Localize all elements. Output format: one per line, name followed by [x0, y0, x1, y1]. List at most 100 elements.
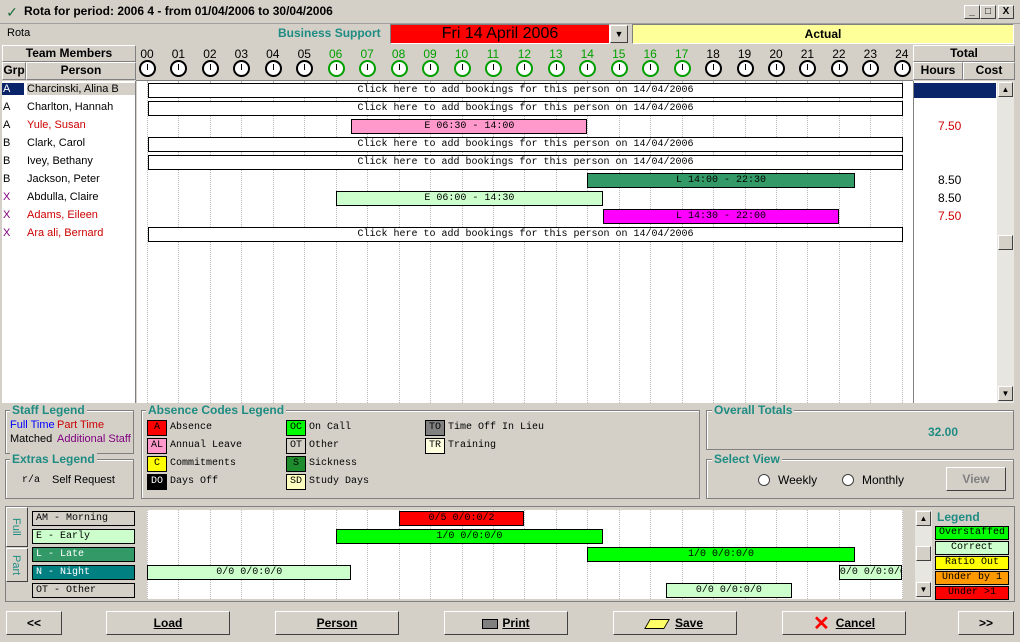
- cancel-label: Cancel: [835, 616, 876, 630]
- row-person-name[interactable]: Yule, Susan: [27, 119, 135, 131]
- booking-bar[interactable]: Click here to add bookings for this pers…: [148, 83, 903, 98]
- row-person-name[interactable]: Charcinski, Alina B: [27, 83, 135, 95]
- matched-label: Matched: [10, 433, 53, 445]
- hour-label: 21: [800, 47, 815, 61]
- row-person-name[interactable]: Jackson, Peter: [27, 173, 135, 185]
- booking-bar[interactable]: Click here to add bookings for this pers…: [148, 137, 903, 152]
- absence-code-label: Sickness: [309, 458, 358, 469]
- grp-header[interactable]: Grp: [2, 62, 26, 80]
- booking-bar[interactable]: Click here to add bookings for this pers…: [148, 155, 903, 170]
- hour-gridline: [650, 81, 652, 403]
- absence-code-label: Days Off: [170, 476, 219, 487]
- clock-icon: [264, 60, 282, 77]
- minimize-button[interactable]: _: [964, 5, 980, 19]
- staffing-gridline: [272, 510, 274, 599]
- load-button[interactable]: Load: [106, 611, 230, 635]
- app-icon: ✓: [6, 4, 18, 20]
- tab-full[interactable]: Full: [6, 507, 28, 547]
- shift-row-label[interactable]: L - Late: [32, 547, 135, 562]
- date-dropdown-button[interactable]: ▼: [610, 25, 628, 43]
- absence-code-swatch: TR: [425, 438, 445, 454]
- hour-label: 01: [171, 47, 186, 61]
- booking-bar[interactable]: E 06:30 - 14:00: [351, 119, 588, 134]
- clock-icon: [547, 60, 565, 77]
- scroll-thumb[interactable]: [998, 235, 1013, 250]
- staffing-scroll-up[interactable]: ▲: [916, 511, 931, 526]
- extras-self-request: Self Request: [52, 474, 115, 486]
- staffing-legend-title: Legend: [937, 510, 980, 524]
- shift-row-label[interactable]: E - Early: [32, 529, 135, 544]
- absence-code-swatch: C: [147, 456, 167, 472]
- hour-gridline: [618, 81, 620, 403]
- row-person-name[interactable]: Adams, Eileen: [27, 209, 135, 221]
- vertical-scrollbar[interactable]: ▲ ▼: [997, 81, 1014, 403]
- row-person-name[interactable]: Clark, Carol: [27, 137, 135, 149]
- booking-bar[interactable]: Click here to add bookings for this pers…: [148, 227, 903, 242]
- date-selector[interactable]: Fri 14 April 2006: [390, 24, 610, 44]
- staffing-gridline: [524, 510, 526, 599]
- tab-full-label: Full: [10, 518, 22, 536]
- booking-bar[interactable]: Click here to add bookings for this pers…: [148, 101, 903, 116]
- hour-label: 08: [391, 47, 406, 61]
- department-label: Business Support: [278, 26, 381, 40]
- clock-icon: [736, 60, 754, 77]
- clock-icon: [390, 60, 408, 77]
- staffing-gridline: [147, 510, 148, 599]
- cancel-button[interactable]: ✕ Cancel: [782, 611, 906, 635]
- shift-row-label[interactable]: AM - Morning: [32, 511, 135, 526]
- hour-label: 15: [612, 47, 626, 61]
- weekly-label: Weekly: [778, 473, 818, 487]
- clock-icon: [359, 60, 377, 77]
- close-button[interactable]: X: [998, 5, 1014, 19]
- shift-row-label[interactable]: OT - Other: [32, 583, 135, 598]
- booking-bar[interactable]: L 14:00 - 22:30: [587, 173, 855, 188]
- overall-total-value: 32.00: [928, 425, 959, 439]
- monthly-radio[interactable]: [842, 474, 854, 486]
- print-button[interactable]: Print: [444, 611, 568, 635]
- hour-gridline: [838, 81, 840, 403]
- row-person-name[interactable]: Charlton, Hannah: [27, 101, 135, 113]
- toolbar: Rota Business Support Fri 14 April 2006 …: [2, 24, 1018, 44]
- prev-button[interactable]: <<: [6, 611, 62, 635]
- next-button[interactable]: >>: [958, 611, 1014, 635]
- staffing-legend-item: Ratio Out: [935, 556, 1009, 570]
- shift-row-label[interactable]: N - Night: [32, 565, 135, 580]
- row-person-name[interactable]: Ivey, Bethany: [27, 155, 135, 167]
- scroll-down-arrow[interactable]: ▼: [998, 386, 1013, 401]
- absence-code-label: Other: [309, 440, 340, 451]
- select-view-title: Select View: [712, 452, 782, 466]
- person-button[interactable]: Person: [275, 611, 399, 635]
- clock-icon: [201, 60, 219, 77]
- tab-part[interactable]: Part: [6, 548, 28, 582]
- clock-icon: [610, 60, 628, 77]
- extras-code: r/a: [22, 475, 41, 486]
- staffing-gridline: [209, 510, 211, 599]
- staffing-gridline: [555, 510, 557, 599]
- clock-icon: [327, 60, 345, 77]
- hour-gridline: [272, 81, 274, 403]
- maximize-button[interactable]: □: [980, 5, 996, 19]
- hour-label: 10: [454, 47, 469, 61]
- clock-icon: [768, 60, 785, 77]
- staffing-bar: 0/0 0/0:0/0: [147, 565, 352, 580]
- booking-bar[interactable]: E 06:00 - 14:30: [335, 191, 603, 206]
- view-button[interactable]: View: [946, 467, 1006, 491]
- row-person-name[interactable]: Abdulla, Claire: [27, 191, 135, 203]
- hour-gridline: [807, 81, 809, 403]
- scroll-up-arrow[interactable]: ▲: [998, 82, 1013, 97]
- row-person-name[interactable]: Ara ali, Bernard: [27, 227, 135, 239]
- staffing-scroll-thumb[interactable]: [916, 546, 931, 561]
- hour-gridline: [901, 81, 903, 403]
- weekly-radio[interactable]: [758, 474, 770, 486]
- staffing-scrollbar[interactable]: ▲ ▼: [915, 510, 932, 599]
- staffing-legend-item: Under by 1: [935, 571, 1009, 585]
- overall-totals-title: Overall Totals: [712, 403, 795, 417]
- staffing-gridline: [178, 510, 180, 599]
- staffing-scroll-down[interactable]: ▼: [916, 582, 931, 597]
- printer-icon: [482, 618, 499, 629]
- booking-bar[interactable]: L 14:30 - 22:00: [603, 209, 839, 224]
- save-label: Save: [674, 616, 704, 630]
- save-button[interactable]: Save: [613, 611, 737, 635]
- person-header[interactable]: Person: [26, 62, 136, 80]
- tab-part-label: Part: [10, 555, 22, 576]
